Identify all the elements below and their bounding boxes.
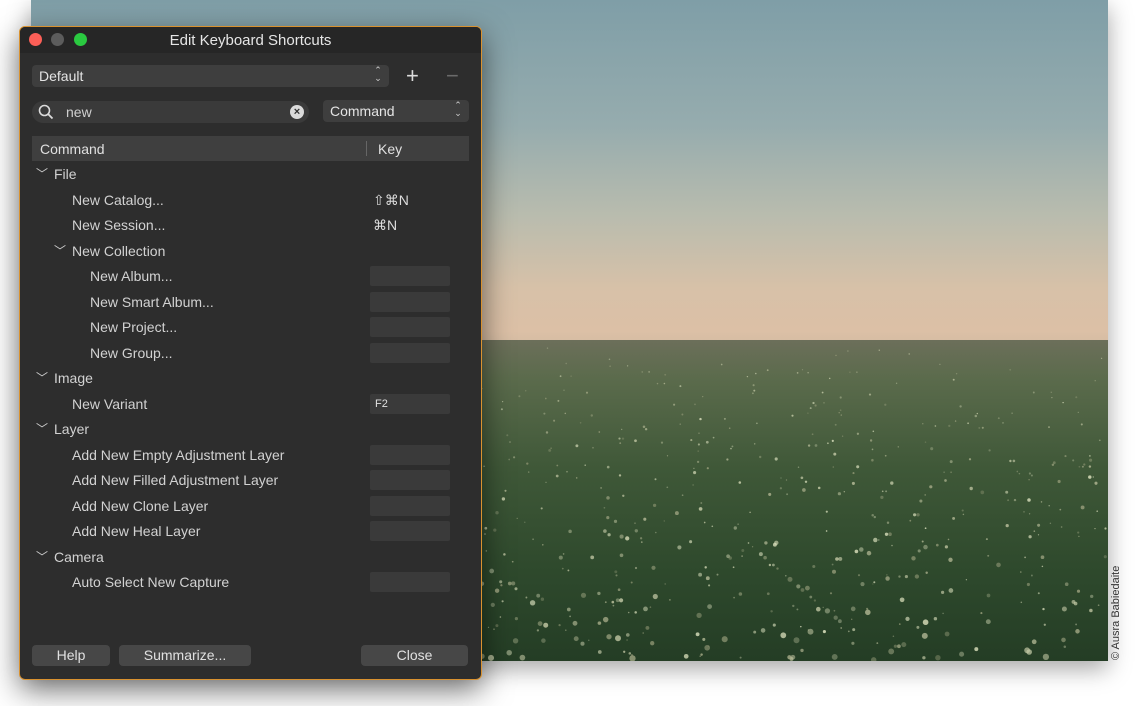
shortcut-set-select[interactable]: Default ⌃ ⌄	[32, 65, 389, 87]
command-row[interactable]: New Session... ⌘N	[20, 213, 481, 239]
row-label: New Project...	[90, 319, 178, 335]
shortcut-key[interactable]: ⇧⌘N	[373, 192, 409, 209]
shortcut-list: ﹀ File New Catalog... ⇧⌘N New Session...…	[20, 162, 481, 596]
updown-arrows-icon: ⌃ ⌄	[454, 100, 462, 118]
command-row[interactable]: New Album...	[20, 264, 481, 290]
search-field[interactable]: ×	[32, 101, 309, 123]
row-label: New Collection	[72, 242, 166, 259]
table-header: Command Key	[32, 136, 469, 161]
row-label: Auto Select New Capture	[72, 574, 230, 590]
chevron-down-icon[interactable]: ﹀	[36, 548, 48, 565]
group-row-layer[interactable]: ﹀ Layer	[20, 417, 481, 443]
search-input[interactable]	[66, 104, 266, 120]
shortcut-key-field[interactable]	[370, 266, 450, 286]
shortcut-key-field[interactable]: F2	[370, 393, 450, 414]
row-label: New Album...	[90, 268, 173, 284]
row-label: Camera	[54, 548, 104, 565]
row-label: New Group...	[90, 344, 173, 361]
row-label: New Variant	[72, 395, 148, 412]
row-label: Add New Filled Adjustment Layer	[72, 472, 279, 488]
chevron-down-icon[interactable]: ﹀	[36, 420, 48, 437]
shortcut-key-field[interactable]	[370, 470, 450, 490]
command-row[interactable]: Add New Clone Layer	[20, 494, 481, 520]
row-label: New Catalog...	[72, 191, 164, 208]
shortcut-key-field[interactable]	[370, 572, 450, 592]
command-row[interactable]: New Catalog... ⇧⌘N	[20, 188, 481, 214]
search-scope-value: Command	[330, 103, 395, 119]
search-icon	[38, 104, 54, 120]
shortcut-set-value: Default	[39, 68, 84, 84]
column-separator[interactable]	[366, 141, 367, 156]
chevron-down-icon[interactable]: ﹀	[54, 242, 66, 259]
shortcut-key-field[interactable]	[370, 342, 450, 363]
command-row[interactable]: Add New Filled Adjustment Layer	[20, 468, 481, 494]
chevron-down-icon[interactable]: ﹀	[36, 165, 48, 182]
group-row-file[interactable]: ﹀ File	[20, 162, 481, 188]
column-header-key[interactable]: Key	[378, 141, 402, 157]
group-row-new-collection[interactable]: ﹀ New Collection	[20, 239, 481, 265]
shortcut-key-field[interactable]	[370, 291, 450, 312]
shortcut-key-field[interactable]	[370, 521, 450, 541]
photo-credit: © Ausra Babiedaite	[1110, 565, 1122, 660]
window-title: Edit Keyboard Shortcuts	[169, 32, 332, 49]
help-button[interactable]: Help	[32, 645, 110, 666]
row-label: New Smart Album...	[90, 293, 214, 310]
row-label: Layer	[54, 421, 90, 437]
row-label: New Session...	[72, 217, 166, 233]
command-row[interactable]: New Variant F2	[20, 392, 481, 418]
command-row[interactable]: Add New Heal Layer	[20, 519, 481, 545]
command-row[interactable]: New Group...	[20, 341, 481, 367]
command-row[interactable]: Add New Empty Adjustment Layer	[20, 443, 481, 469]
command-row[interactable]: New Smart Album...	[20, 290, 481, 316]
group-row-camera[interactable]: ﹀ Camera	[20, 545, 481, 571]
command-row[interactable]: Auto Select New Capture	[20, 570, 481, 596]
chevron-down-icon[interactable]: ﹀	[36, 369, 48, 386]
row-label: Add New Empty Adjustment Layer	[72, 446, 285, 463]
row-label: Add New Clone Layer	[72, 497, 209, 514]
close-button[interactable]: Close	[361, 645, 468, 666]
shortcut-key[interactable]: ⌘N	[373, 217, 397, 234]
row-label: File	[54, 166, 77, 182]
search-scope-select[interactable]: Command ⌃ ⌄	[323, 100, 469, 122]
row-label: Image	[54, 370, 93, 386]
updown-arrows-icon: ⌃ ⌄	[374, 65, 382, 83]
shortcut-key-field[interactable]	[370, 495, 450, 516]
remove-set-button[interactable]: −	[446, 63, 459, 89]
title-bar[interactable]: Edit Keyboard Shortcuts	[20, 27, 481, 53]
clear-search-icon[interactable]: ×	[290, 105, 304, 119]
edit-shortcuts-dialog: Edit Keyboard Shortcuts Default ⌃⌄ + − ×…	[19, 26, 482, 680]
row-label: Add New Heal Layer	[72, 523, 201, 539]
summarize-button[interactable]: Summarize...	[119, 645, 251, 666]
command-row[interactable]: New Project...	[20, 315, 481, 341]
shortcut-key-field[interactable]	[370, 444, 450, 465]
shortcut-key-field[interactable]	[370, 317, 450, 337]
group-row-image[interactable]: ﹀ Image	[20, 366, 481, 392]
add-set-button[interactable]: +	[406, 63, 419, 89]
column-header-command[interactable]: Command	[40, 141, 105, 157]
